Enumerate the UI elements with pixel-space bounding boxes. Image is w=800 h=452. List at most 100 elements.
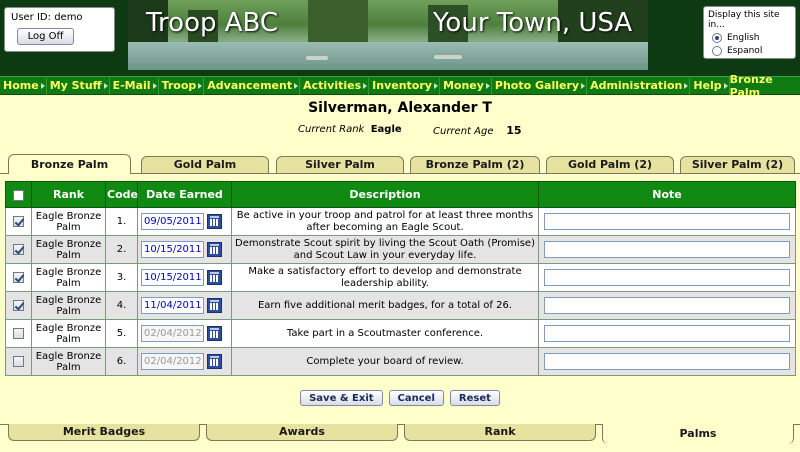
note-input[interactable] (544, 297, 790, 314)
radio-english[interactable] (712, 33, 722, 43)
row-description: Demonstrate Scout spirit by living the S… (231, 235, 539, 264)
rank-field: Current Rank Eagle (298, 124, 402, 135)
row-checkbox[interactable] (13, 243, 24, 255)
row-code: 4. (105, 291, 138, 320)
menu-troop[interactable]: Troop (159, 76, 205, 95)
row-rank: Eagle Bronze Palm (31, 291, 106, 320)
menu-help[interactable]: Help (690, 76, 730, 95)
log-off-button[interactable]: Log Off (17, 28, 74, 45)
current-rank-value: Eagle (370, 124, 402, 135)
date-earned-input[interactable] (141, 241, 204, 258)
current-age-label: Current Age (433, 126, 494, 137)
calendar-icon[interactable] (207, 242, 222, 257)
note-input[interactable] (544, 353, 790, 370)
menu-email[interactable]: E-Mail (110, 76, 159, 95)
tab-gold-palm[interactable]: Gold Palm (141, 156, 269, 173)
banner-troop-name: Troop ABC (146, 8, 279, 38)
tab-bronze-palm-2[interactable]: Bronze Palm (2) (410, 156, 540, 173)
row-code: 2. (105, 235, 138, 264)
language-option-english[interactable]: English (708, 33, 791, 43)
col-description: Description (231, 181, 539, 208)
note-input[interactable] (544, 241, 790, 258)
row-rank: Eagle Bronze Palm (31, 347, 106, 376)
date-earned-input[interactable] (141, 297, 204, 314)
row-rank: Eagle Bronze Palm (31, 319, 106, 348)
table-row: Eagle Bronze Palm 5. Take part in a Scou… (5, 319, 796, 348)
menu-advancement[interactable]: Advancement (204, 76, 301, 95)
row-code: 5. (105, 319, 138, 348)
reset-button[interactable]: Reset (449, 390, 500, 406)
user-id-label: User ID: (11, 12, 51, 23)
col-note: Note (538, 181, 796, 208)
row-checkbox[interactable] (13, 327, 24, 339)
date-earned-input[interactable] (141, 325, 204, 342)
menu-home[interactable]: Home (0, 76, 47, 95)
cancel-button[interactable]: Cancel (388, 390, 444, 406)
save-exit-button[interactable]: Save & Exit (300, 390, 383, 406)
menu-photo-gallery[interactable]: Photo Gallery (492, 76, 588, 95)
table-header-row: Rank Code Date Earned Description Note (5, 181, 796, 208)
tab-silver-palm-2[interactable]: Silver Palm (2) (680, 156, 795, 173)
col-date-earned: Date Earned (137, 181, 232, 208)
language-label-espanol: Espanol (727, 46, 763, 56)
palm-tabs: Bronze Palm Gold Palm Silver Palm Bronze… (0, 154, 800, 174)
tab-gold-palm-2[interactable]: Gold Palm (2) (546, 156, 674, 173)
col-rank: Rank (31, 181, 106, 208)
banner-town-name: Your Town, USA (433, 8, 633, 38)
select-all-checkbox[interactable] (13, 189, 24, 201)
row-checkbox[interactable] (13, 271, 24, 283)
tab-merit-badges[interactable]: Merit Badges (8, 424, 200, 441)
menu-activities[interactable]: Activities (300, 76, 370, 95)
menu-my-stuff[interactable]: My Stuff (47, 76, 110, 95)
calendar-icon[interactable] (207, 270, 222, 285)
note-input[interactable] (544, 325, 790, 342)
scout-name: Silverman, Alexander T (308, 100, 492, 116)
site-header: User ID: demo Log Off Troop ABC Your Tow… (0, 0, 800, 76)
row-description: Complete your board of review. (231, 347, 539, 376)
row-checkbox[interactable] (13, 215, 24, 227)
calendar-icon[interactable] (207, 354, 222, 369)
age-field: Current Age 15 (433, 124, 522, 137)
menu-inventory[interactable]: Inventory (369, 76, 440, 95)
date-earned-input[interactable] (141, 353, 204, 370)
row-description: Make a satisfactory effort to develop an… (231, 263, 539, 292)
table-row: Eagle Bronze Palm 1. Be active in your t… (5, 207, 796, 236)
language-label-english: English (727, 33, 760, 43)
row-description: Take part in a Scoutmaster conference. (231, 319, 539, 348)
row-rank: Eagle Bronze Palm (31, 207, 106, 236)
row-rank: Eagle Bronze Palm (31, 235, 106, 264)
banner-image: Troop ABC Your Town, USA (128, 0, 648, 70)
calendar-icon[interactable] (207, 214, 222, 229)
current-page-title: Bronze Palm (729, 72, 773, 99)
date-earned-input[interactable] (141, 269, 204, 286)
row-code: 3. (105, 263, 138, 292)
tab-rank[interactable]: Rank (404, 424, 596, 441)
tab-silver-palm[interactable]: Silver Palm (276, 156, 404, 173)
action-buttons: Save & Exit Cancel Reset (0, 390, 800, 406)
language-title: Display this site in... (708, 10, 780, 30)
tab-bronze-palm[interactable]: Bronze Palm (8, 154, 131, 174)
calendar-icon[interactable] (207, 298, 222, 313)
row-checkbox[interactable] (13, 355, 24, 367)
note-input[interactable] (544, 269, 790, 286)
row-checkbox[interactable] (13, 299, 24, 311)
user-box: User ID: demo Log Off (4, 7, 115, 52)
select-all-cell[interactable] (5, 181, 32, 208)
row-description: Be active in your troop and patrol for a… (231, 207, 539, 236)
date-earned-input[interactable] (141, 213, 204, 230)
current-age-value: 15 (506, 124, 522, 137)
calendar-icon[interactable] (207, 326, 222, 341)
menu-money[interactable]: Money (440, 76, 492, 95)
language-selector: Display this site in... English Espanol (703, 6, 796, 59)
col-code: Code (105, 181, 138, 208)
tab-awards[interactable]: Awards (206, 424, 398, 441)
user-id-value: demo (54, 12, 83, 23)
note-input[interactable] (544, 213, 790, 230)
radio-espanol[interactable] (712, 46, 722, 56)
language-option-espanol[interactable]: Espanol (708, 46, 791, 56)
advancement-tabs: Merit Badges Awards Rank Palms (0, 424, 800, 444)
table-row: Eagle Bronze Palm 4. Earn five additiona… (5, 291, 796, 320)
menu-administration[interactable]: Administration (587, 76, 691, 95)
tab-palms[interactable]: Palms (602, 424, 794, 444)
current-rank-label: Current Rank (298, 124, 365, 135)
